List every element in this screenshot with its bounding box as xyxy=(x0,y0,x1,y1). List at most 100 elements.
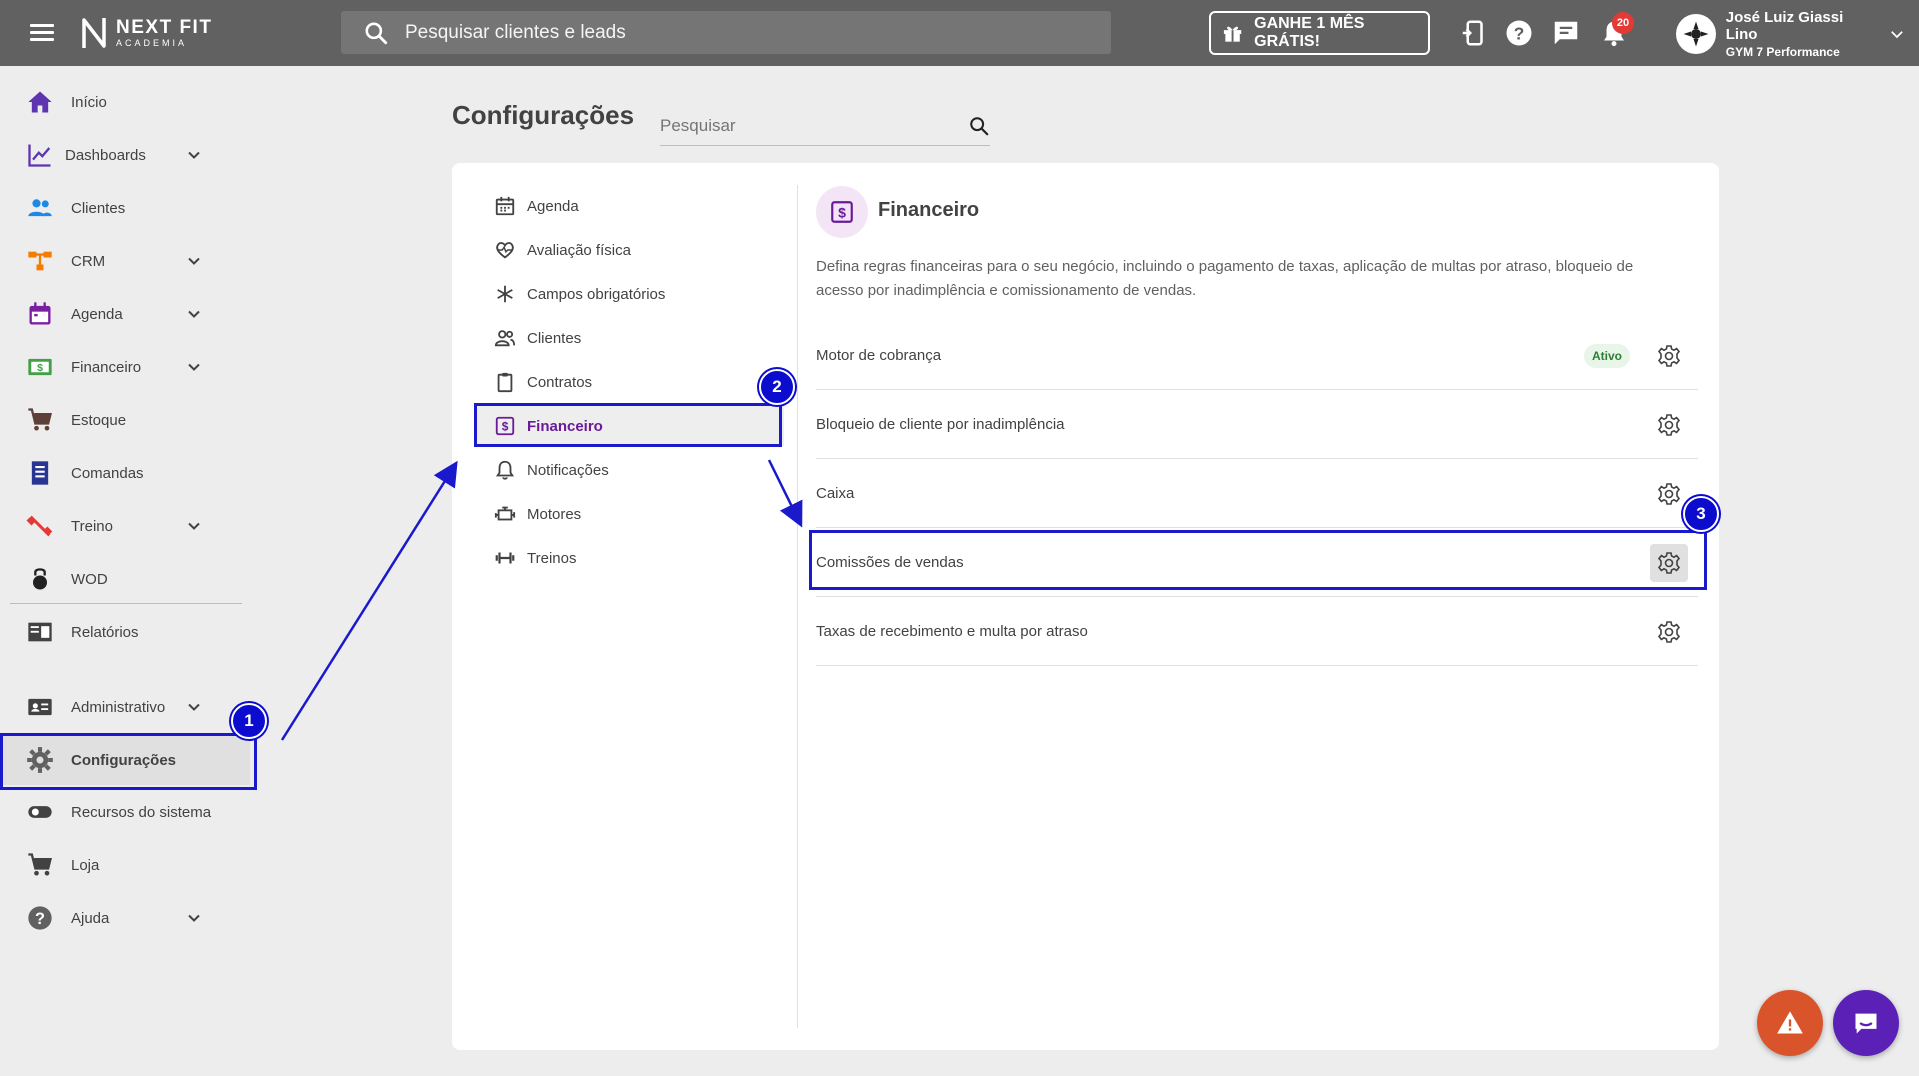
gear-icon xyxy=(1657,620,1681,643)
promo-button[interactable]: GANHE 1 MÊS GRÁTIS! xyxy=(1209,11,1430,55)
sidebar-item-configuracoes[interactable]: Configurações xyxy=(0,735,250,785)
report-issue-button[interactable] xyxy=(1757,990,1823,1056)
sidebar-item-administrativo[interactable]: Administrativo xyxy=(0,682,250,732)
dumbbell-icon xyxy=(495,552,515,564)
gear-icon xyxy=(1657,344,1681,367)
config-item-campos[interactable]: Campos obrigatórios xyxy=(474,274,784,314)
sidebar-item-clientes[interactable]: Clientes xyxy=(0,183,250,233)
sidebar-item-recursos[interactable]: Recursos do sistema xyxy=(0,787,250,837)
cart-icon xyxy=(28,408,52,431)
config-item-contratos[interactable]: Contratos xyxy=(474,362,784,402)
settings-row-label: Motor de cobrança xyxy=(816,347,942,364)
settings-gear-button[interactable] xyxy=(1650,613,1688,651)
logo-sub-text: ACADEMIA xyxy=(116,38,188,48)
sidebar-item-relatorios[interactable]: Relatórios xyxy=(0,607,250,657)
sidebar-item-ajuda[interactable]: ? Ajuda xyxy=(0,893,250,943)
user-menu[interactable]: José Luiz Giassi Lino GYM 7 Performance xyxy=(1676,9,1906,59)
sidebar-item-label: Agenda xyxy=(71,305,123,323)
config-item-notificacoes[interactable]: Notificações xyxy=(474,450,784,490)
sidebar-item-crm[interactable]: CRM xyxy=(0,236,250,286)
sidebar-item-estoque[interactable]: Estoque xyxy=(0,395,250,445)
global-search-input[interactable]: Pesquisar clientes e leads xyxy=(341,11,1111,54)
settings-gear-button[interactable] xyxy=(1650,337,1688,375)
sidebar-item-label: Início xyxy=(71,93,107,111)
chevron-down-icon xyxy=(188,363,200,371)
help-icon[interactable]: ? xyxy=(1504,18,1534,48)
user-name: José Luiz Giassi Lino xyxy=(1725,9,1844,43)
calendar-icon xyxy=(495,196,515,216)
config-item-agenda[interactable]: Agenda xyxy=(474,186,784,226)
chat-support-button[interactable] xyxy=(1833,990,1899,1056)
settings-gear-button[interactable] xyxy=(1650,543,1688,582)
sidebar-item-label: CRM xyxy=(71,252,106,270)
chevron-down-icon xyxy=(188,914,200,922)
sidebar-item-label: Loja xyxy=(71,856,100,874)
config-item-motores[interactable]: Motores xyxy=(474,494,784,534)
search-icon[interactable] xyxy=(968,115,990,137)
config-item-label: Motores xyxy=(527,505,582,523)
gear-icon xyxy=(1657,413,1681,436)
sidebar-item-label: Clientes xyxy=(71,199,126,217)
financeiro-section-icon: $ xyxy=(816,186,868,238)
money-icon: $ xyxy=(28,358,52,376)
config-item-label: Agenda xyxy=(527,197,579,215)
settings-row-label: Caixa xyxy=(816,485,855,502)
step-marker-3: 3 xyxy=(1683,496,1719,532)
gift-icon xyxy=(1223,26,1242,42)
step-marker-2: 2 xyxy=(759,369,795,405)
device-switch-icon[interactable] xyxy=(1459,18,1489,48)
cart-icon xyxy=(28,853,52,876)
dumbbell-icon xyxy=(26,515,53,537)
config-item-treinos[interactable]: Treinos xyxy=(474,538,784,578)
arrow-step1-to-step2 xyxy=(280,460,458,741)
settings-row-caixa: Caixa xyxy=(816,460,1698,528)
top-bar: NEXT FIT ACADEMIA Pesquisar clientes e l… xyxy=(0,0,1919,66)
sidebar-item-label: WOD xyxy=(71,570,108,588)
settings-row-label: Comissões de vendas xyxy=(816,554,964,571)
bell-outline-icon xyxy=(495,460,515,480)
chart-line-icon xyxy=(28,144,51,167)
sidebar-item-label: Administrativo xyxy=(71,698,166,716)
id-card-icon xyxy=(28,698,52,716)
report-icon xyxy=(28,622,52,642)
sidebar-item-inicio[interactable]: Início xyxy=(0,77,250,127)
sidebar-item-agenda[interactable]: Agenda xyxy=(0,289,250,339)
config-item-clientes[interactable]: Clientes xyxy=(474,318,784,358)
warning-icon xyxy=(1777,1011,1803,1034)
settings-gear-button[interactable] xyxy=(1650,475,1688,513)
sidebar-item-financeiro[interactable]: $ Financeiro xyxy=(0,342,250,392)
sidebar-item-loja[interactable]: Loja xyxy=(0,840,250,890)
step-marker-1: 1 xyxy=(231,703,267,739)
sidebar-item-comandas[interactable]: Comandas xyxy=(0,448,250,498)
app-logo[interactable]: NEXT FIT ACADEMIA xyxy=(80,16,212,50)
messages-icon[interactable] xyxy=(1551,18,1581,48)
sidebar-item-label: Recursos do sistema xyxy=(71,803,212,821)
sidebar-item-dashboards[interactable]: Dashboards xyxy=(0,130,250,180)
chevron-down-icon xyxy=(188,257,200,265)
money-box-icon: $ xyxy=(831,201,853,223)
avatar xyxy=(1676,14,1716,54)
settings-row-taxas: Taxas de recebimento e multa por atraso xyxy=(816,598,1698,666)
search-icon xyxy=(365,21,388,44)
config-item-label: Avaliação física xyxy=(527,241,631,259)
settings-gear-button[interactable] xyxy=(1650,406,1688,444)
section-description: Defina regras financeiras para o seu neg… xyxy=(816,258,1634,299)
heart-pulse-icon xyxy=(496,242,514,259)
gear-icon xyxy=(27,747,53,773)
kettlebell-icon xyxy=(33,568,47,590)
sidebar-item-label: Comandas xyxy=(71,464,144,482)
config-item-avaliacao[interactable]: Avaliação física xyxy=(474,230,784,270)
status-badge: Ativo xyxy=(1584,343,1630,368)
chevron-down-icon xyxy=(1891,31,1903,39)
settings-search-input[interactable]: Pesquisar xyxy=(660,110,990,146)
sidebar-item-wod[interactable]: WOD xyxy=(0,554,250,604)
config-item-label: Treinos xyxy=(527,549,577,567)
user-gym-name: GYM 7 Performance xyxy=(1725,45,1840,59)
global-search-placeholder: Pesquisar clientes e leads xyxy=(405,21,626,43)
sidebar-item-label: Configurações xyxy=(71,751,177,769)
config-item-label: Contratos xyxy=(527,373,593,391)
sidebar-item-treino[interactable]: Treino xyxy=(0,501,250,551)
hamburger-menu-icon[interactable] xyxy=(28,20,56,46)
config-item-financeiro[interactable]: $ Financeiro xyxy=(474,406,784,446)
calendar-icon xyxy=(29,302,51,325)
